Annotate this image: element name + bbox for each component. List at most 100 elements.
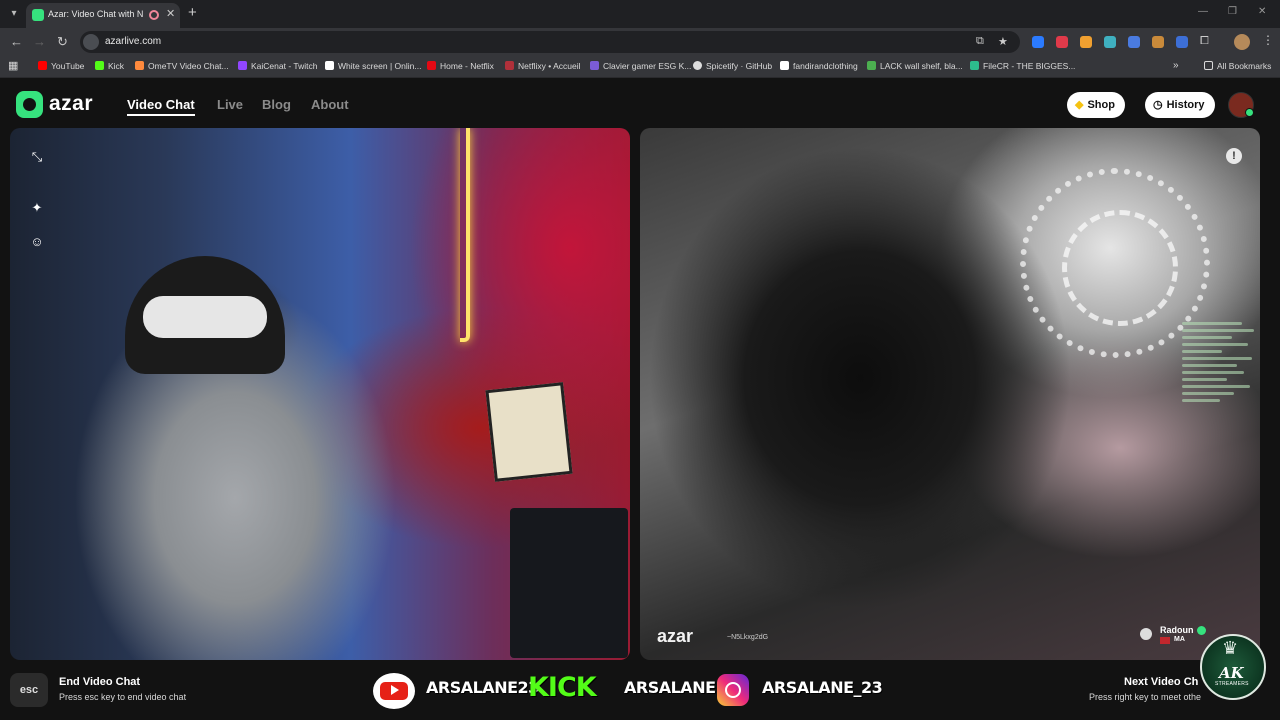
neon-light [460, 128, 470, 342]
bookmark-item[interactable]: fandirandclothing [780, 61, 858, 71]
twitch-icon [238, 61, 247, 70]
extension-icon[interactable] [1032, 36, 1044, 48]
netflixy-icon [505, 61, 514, 70]
shrink-icon[interactable]: ⤡ [28, 148, 46, 166]
kick-logo-text: KICK [528, 672, 597, 703]
heart-icon [590, 61, 599, 70]
nav-video-chat[interactable]: Video Chat [127, 97, 195, 116]
nav-live[interactable]: Live [217, 97, 243, 112]
bookmark-star-icon[interactable]: ★ [998, 35, 1008, 48]
azar-logo-icon [16, 91, 43, 118]
azar-watermark: azar [657, 626, 694, 646]
extension-icon[interactable] [1152, 36, 1164, 48]
bookmark-item[interactable]: KaiCenat - Twitch [238, 61, 317, 71]
url-text: azarlive.com [105, 36, 162, 47]
site-info-icon[interactable] [83, 34, 99, 50]
history-button[interactable]: ◷ History [1145, 92, 1215, 118]
watermark-id: ~N5Lkxg2dG [727, 634, 769, 641]
instagram-icon [717, 674, 749, 706]
nav-about[interactable]: About [311, 97, 349, 112]
face-filter-icon[interactable]: ☺ [28, 233, 46, 251]
bookmark-item[interactable]: White screen | Onlin... [325, 61, 421, 71]
end-video-chat-title[interactable]: End Video Chat [59, 676, 140, 688]
next-video-chat-hint: Press right key to meet othe [1089, 692, 1202, 702]
cast-icon[interactable]: ⧉ [976, 35, 984, 48]
extension-icon[interactable] [1104, 36, 1116, 48]
partner-video-feed [640, 128, 1260, 660]
back-icon[interactable]: ← [10, 34, 23, 49]
tab-close-icon[interactable]: ✕ [166, 7, 175, 20]
browser-toolbar: ← → ↻ azarlive.com ⧉ ★ ⧠ ⋮ [0, 28, 1280, 56]
end-chat-esc-button[interactable]: esc [10, 673, 48, 707]
restore-icon[interactable]: ❐ [1228, 6, 1237, 17]
netflix-icon [427, 61, 436, 70]
ak-logo-subtext: STREAMERS [1215, 681, 1249, 687]
folder-icon [1204, 61, 1213, 70]
ometv-icon [135, 61, 144, 70]
clock-icon: ◷ [1153, 99, 1163, 111]
shop-button[interactable]: ◆ Shop [1067, 92, 1125, 118]
kick-icon [95, 61, 104, 70]
extensions-puzzle-icon[interactable]: ⧠ [1200, 35, 1209, 48]
close-window-icon[interactable]: ✕ [1258, 6, 1266, 17]
pc-box [510, 508, 628, 658]
browser-tab[interactable]: Azar: Video Chat with New ✕ [26, 3, 180, 28]
ak-logo-text: AK [1219, 664, 1244, 682]
wall-poster [485, 382, 573, 482]
menu-kebab-icon[interactable]: ⋮ [1262, 33, 1274, 47]
play-icon [391, 685, 399, 695]
bookmark-item[interactable]: Clavier gamer ESG K... [590, 61, 691, 71]
bookmark-item[interactable]: OmeTV Video Chat... [135, 61, 229, 71]
bookmark-item[interactable]: LACK wall shelf, bla... [867, 61, 963, 71]
tab-title: Azar: Video Chat with New [48, 9, 143, 19]
azar-page: azar Video Chat Live Blog About ◆ Shop ◷ H… [0, 78, 1280, 720]
filecr-icon [970, 61, 979, 70]
bookmark-item[interactable]: Netflixy • Accueil [505, 61, 581, 71]
bookmark-item[interactable]: FileCR - THE BIGGES... [970, 61, 1075, 71]
online-status-icon [1245, 108, 1254, 117]
new-tab-button[interactable]: + [188, 4, 197, 21]
extension-icon[interactable] [1056, 36, 1068, 48]
person-beanie [125, 256, 285, 374]
extension-icon[interactable] [1128, 36, 1140, 48]
all-bookmarks[interactable]: All Bookmarks [1204, 61, 1271, 71]
eagle-icon: ♛ [1222, 638, 1239, 658]
next-video-chat-title[interactable]: Next Video Ch [1124, 676, 1198, 688]
reload-icon[interactable]: ↻ [57, 34, 68, 50]
youtube-icon [38, 61, 47, 70]
effects-sparkle-icon[interactable]: ✦ [28, 199, 46, 217]
apps-grid-icon[interactable]: ▦ [8, 59, 18, 72]
partner-name: Radoun [1160, 625, 1194, 635]
verified-icon [1197, 626, 1206, 635]
recording-icon [149, 10, 159, 20]
tab-search-icon[interactable]: ▾ [6, 6, 22, 22]
address-bar[interactable]: azarlive.com ⧉ ★ [80, 31, 1020, 53]
extension-icon[interactable] [1080, 36, 1092, 48]
extension-icon[interactable] [1176, 36, 1188, 48]
nav-blog[interactable]: Blog [262, 97, 291, 112]
profile-avatar[interactable] [1234, 34, 1250, 50]
github-icon [693, 61, 702, 70]
azar-logo-text: azar [49, 92, 94, 115]
report-icon[interactable]: ! [1226, 148, 1242, 164]
minimize-icon[interactable]: — [1198, 6, 1208, 17]
bookmarks-bar: ▦ YouTube Kick OmeTV Video Chat... KaiCe… [0, 56, 1280, 78]
chevron-right-icon[interactable]: » [1173, 60, 1179, 71]
instagram-handle: ARSALANE_23 [762, 678, 883, 697]
page-icon [325, 61, 334, 70]
azar-favicon [32, 9, 44, 21]
partner-profile-icon[interactable] [1140, 628, 1152, 640]
bookmark-item[interactable]: YouTube [38, 61, 84, 71]
partner-country: MA [1174, 636, 1185, 643]
bookmark-item[interactable]: Spicetify · GitHub [693, 61, 772, 71]
browser-tabstrip: ▾ Azar: Video Chat with New ✕ + — ❐ ✕ [0, 0, 1280, 28]
gem-icon: ◆ [1075, 99, 1084, 111]
youtube-handle: ARSALANE23 [426, 678, 539, 697]
end-video-chat-hint: Press esc key to end video chat [59, 692, 187, 702]
my-video-feed [10, 128, 630, 660]
page-icon [780, 61, 789, 70]
bookmark-item[interactable]: Home - Netflix [427, 61, 494, 71]
bookmark-item[interactable]: Kick [95, 61, 124, 71]
ikea-icon [867, 61, 876, 70]
forward-icon[interactable]: → [33, 34, 46, 49]
